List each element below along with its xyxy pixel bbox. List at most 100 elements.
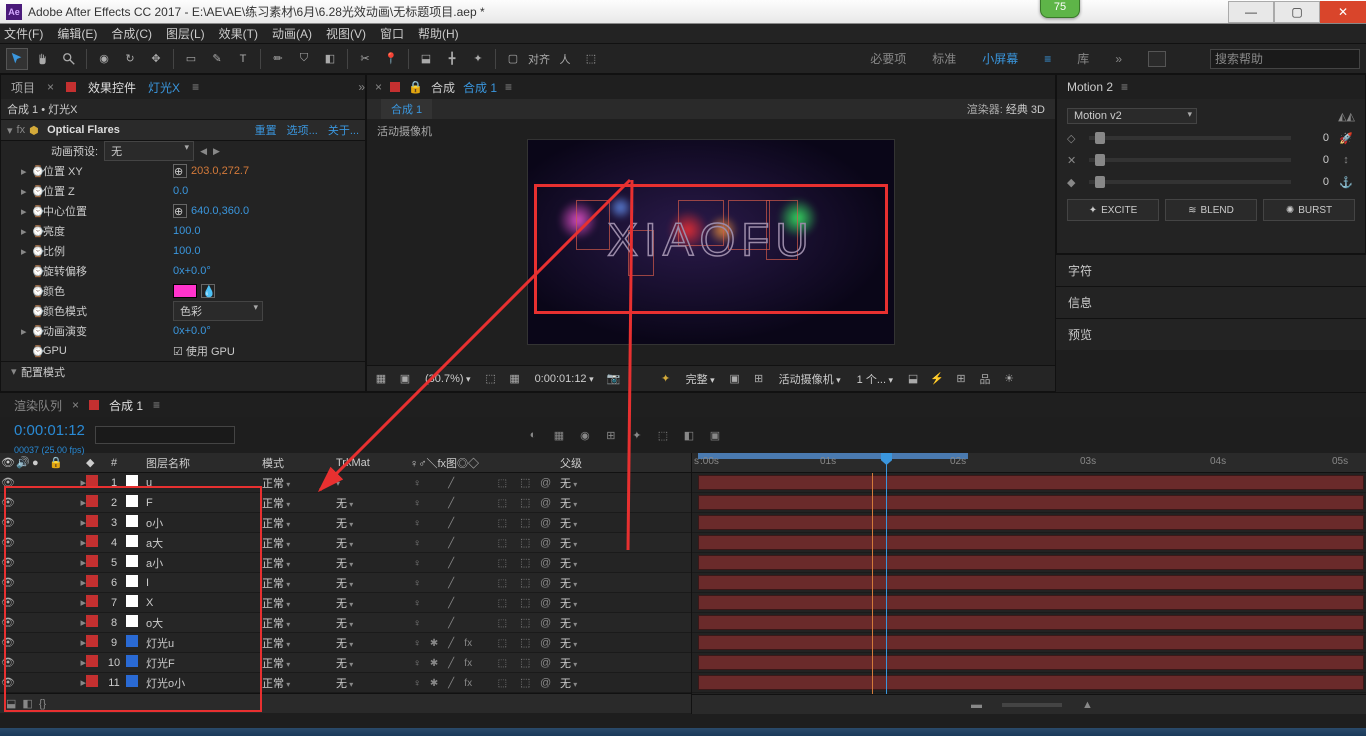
workspace-overflow-icon[interactable]: » — [1115, 52, 1122, 66]
label-color[interactable] — [86, 615, 98, 627]
switch-3d-icon[interactable]: ⬚ — [495, 558, 509, 569]
switch-shy-icon[interactable]: ♀ — [410, 598, 424, 609]
panel-overflow-icon[interactable]: » — [358, 80, 365, 94]
viewer-menu-icon[interactable]: ≡ — [505, 80, 512, 94]
trkmat-dropdown[interactable]: 无 — [336, 555, 392, 571]
label-color[interactable] — [86, 495, 98, 507]
layer-bar[interactable] — [698, 495, 1364, 510]
layer-bar[interactable] — [698, 595, 1364, 610]
world-axis-icon[interactable]: ╋ — [441, 48, 463, 70]
prop-value[interactable]: 0x+0.0° — [173, 265, 211, 277]
col-trkmat[interactable]: TrkMat — [336, 457, 410, 469]
label-color[interactable] — [86, 595, 98, 607]
view-axis-icon[interactable]: ✦ — [467, 48, 489, 70]
workspace-menu-icon[interactable]: ≡ — [1044, 52, 1051, 66]
blend-mode-dropdown[interactable]: 正常 — [262, 595, 318, 611]
label-color[interactable] — [86, 575, 98, 587]
3d-layer-icon[interactable]: ⬚ — [520, 676, 540, 689]
prop-动画演变[interactable]: ▸⌚动画演变0x+0.0° — [1, 321, 365, 341]
switch-3d-icon[interactable]: ⬚ — [495, 678, 509, 689]
blend-mode-dropdown[interactable]: 正常 — [262, 575, 318, 591]
transparency-icon[interactable]: ▦ — [507, 371, 523, 387]
3d-layer-icon[interactable]: ⬚ — [520, 576, 540, 589]
pixel-aspect-icon[interactable]: ⬓ — [905, 371, 921, 387]
viewport[interactable]: 活动摄像机 XIAOFU — [367, 119, 1055, 365]
toggle-modes-icon[interactable]: ◧ — [22, 697, 32, 710]
snapshot-icon[interactable]: 📷 — [606, 371, 622, 387]
blend-mode-dropdown[interactable]: 正常 — [262, 675, 318, 691]
switch-quality-icon[interactable]: ╱ — [444, 498, 458, 509]
flowchart-icon[interactable]: 品 — [977, 371, 993, 387]
zoom-slider[interactable] — [1002, 703, 1062, 707]
rect-tool[interactable]: ▭ — [180, 48, 202, 70]
switch-3d-icon[interactable]: ⬚ — [495, 518, 509, 529]
layer-row[interactable]: 👁 ▸ 8 o大 正常 无 ♀ ╱ ⬚ ⬚ @ 无 — [0, 613, 691, 633]
switch-quality-icon[interactable]: ╱ — [444, 578, 458, 589]
workspace-essentials[interactable]: 必要项 — [870, 50, 906, 67]
label-color[interactable] — [86, 515, 98, 527]
blend-mode-dropdown[interactable]: 正常 — [262, 515, 318, 531]
brush-tool[interactable]: ✏ — [267, 48, 289, 70]
layer-bar[interactable] — [698, 475, 1364, 490]
switch-quality-icon[interactable]: ╱ — [444, 618, 458, 629]
menu-file[interactable]: 文件(F) — [4, 25, 43, 42]
footage-lock-icon[interactable]: 🔒 — [408, 80, 423, 94]
menu-composition[interactable]: 合成(C) — [111, 25, 152, 42]
orbit-tool[interactable]: ◉ — [93, 48, 115, 70]
parent-pick-icon[interactable]: @ — [540, 677, 560, 689]
layer-name[interactable]: o大 — [144, 615, 262, 631]
workspace-libraries[interactable]: 库 — [1077, 50, 1089, 67]
link-options[interactable]: 选项... — [287, 122, 318, 138]
parent-pick-icon[interactable]: @ — [540, 617, 560, 629]
layer-bar[interactable] — [698, 675, 1364, 690]
anchor-tool[interactable]: ✥ — [145, 48, 167, 70]
trkmat-dropdown[interactable]: 无 — [336, 515, 392, 531]
col-mode[interactable]: 模式 — [262, 455, 336, 471]
switch-quality-icon[interactable]: ╱ — [444, 598, 458, 609]
views-dropdown[interactable]: 1 个... — [853, 371, 897, 387]
prop-value[interactable]: 203.0,272.7 — [191, 165, 249, 177]
tab-timeline-comp[interactable]: 合成 1 — [109, 397, 143, 414]
layer-bar[interactable] — [698, 535, 1364, 550]
panel-preview[interactable]: 预览 — [1056, 318, 1366, 350]
blend-mode-dropdown[interactable]: 正常 — [262, 655, 318, 671]
flowchart-comp[interactable]: 合成 1 — [381, 99, 432, 119]
menu-edit[interactable]: 编辑(E) — [57, 25, 97, 42]
trkmat-dropdown[interactable]: 无 — [336, 615, 392, 631]
label-color[interactable] — [86, 675, 98, 687]
track-row[interactable] — [692, 493, 1366, 513]
slider-side-icon[interactable]: ↕ — [1337, 154, 1355, 166]
label-color[interactable] — [86, 535, 98, 547]
parent-dropdown[interactable]: 无 — [560, 495, 616, 511]
3d-layer-icon[interactable]: ⬚ — [520, 596, 540, 609]
close-button[interactable]: ✕ — [1320, 1, 1366, 23]
switch-collapse-icon[interactable]: ✱ — [427, 678, 441, 689]
layer-row[interactable]: 👁 ▸ 10 灯光F 正常 无 ♀ ✱ ╱ fx ⬚ ⬚ @ 无 — [0, 653, 691, 673]
switch-shy-icon[interactable]: ♀ — [410, 578, 424, 589]
3d-layer-icon[interactable]: ⬚ — [520, 496, 540, 509]
parent-pick-icon[interactable]: @ — [540, 497, 560, 509]
parent-dropdown[interactable]: 无 — [560, 595, 616, 611]
switch-3d-icon[interactable]: ⬚ — [495, 618, 509, 629]
prop-GPU[interactable]: ⌚GPU☑ 使用 GPU — [1, 341, 365, 361]
tab-layer-name[interactable]: 灯光X — [148, 79, 180, 96]
blend-mode-dropdown[interactable]: 正常 — [262, 555, 318, 571]
layer-row[interactable]: 👁 ▸ 11 灯光o小 正常 无 ♀ ✱ ╱ fx ⬚ ⬚ @ 无 — [0, 673, 691, 693]
rotate-tool[interactable]: ↻ — [119, 48, 141, 70]
switch-shy-icon[interactable]: ♀ — [410, 618, 424, 629]
trkmat-dropdown[interactable]: 无 — [336, 655, 392, 671]
hand-tool[interactable] — [32, 48, 54, 70]
prop-value[interactable]: 100.0 — [173, 245, 201, 257]
resolution-dropdown[interactable]: 完整 — [682, 371, 719, 387]
col-name[interactable]: 图层名称 — [144, 455, 262, 471]
dropdown[interactable]: 色彩 — [173, 301, 263, 321]
track-row[interactable] — [692, 573, 1366, 593]
burst-button[interactable]: ✺ BURST — [1263, 199, 1355, 221]
layer-row[interactable]: 👁 ▸ 7 X 正常 无 ♀ ╱ ⬚ ⬚ @ 无 — [0, 593, 691, 613]
parent-pick-icon[interactable]: @ — [540, 637, 560, 649]
layer-name[interactable]: F — [144, 497, 262, 509]
layer-row[interactable]: 👁 ▸ 4 a大 正常 无 ♀ ╱ ⬚ ⬚ @ 无 — [0, 533, 691, 553]
tab-close3-icon[interactable]: × — [72, 398, 79, 412]
config-mode-row[interactable]: ▾配置模式 — [1, 361, 365, 381]
layer-name[interactable]: a大 — [144, 535, 262, 551]
